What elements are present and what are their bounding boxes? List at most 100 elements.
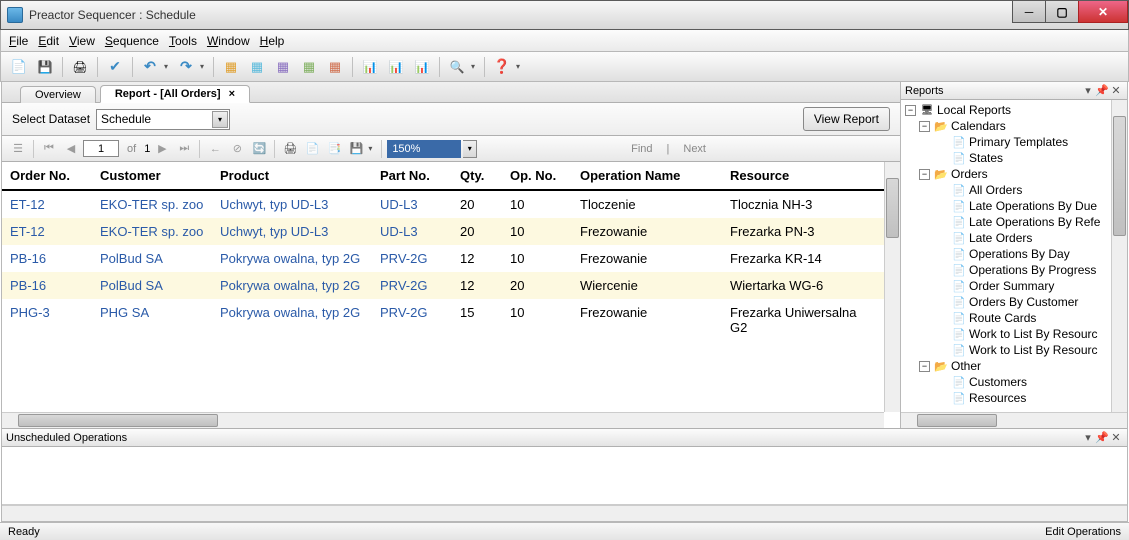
menu-view[interactable]: View (69, 34, 95, 48)
chart1-icon[interactable] (358, 55, 382, 79)
view-grid3-icon[interactable] (271, 55, 295, 79)
menu-file[interactable]: File (9, 34, 28, 48)
page-setup-icon[interactable]: 📑 (324, 139, 344, 159)
chart2-icon[interactable] (384, 55, 408, 79)
tree-item[interactable]: Primary Templates (969, 135, 1068, 149)
order-link[interactable]: PB-16 (10, 251, 46, 266)
tab-close-icon[interactable]: × (229, 88, 235, 100)
print-icon[interactable] (68, 55, 92, 79)
tree-item[interactable]: States (969, 151, 1003, 165)
zoom-input[interactable] (387, 140, 461, 158)
print-report-icon[interactable]: 🖨 (280, 139, 300, 159)
unscheduled-hscroll[interactable] (2, 505, 1127, 521)
expander-icon[interactable]: − (919, 169, 930, 180)
panel-close-icon[interactable]: ✕ (1109, 431, 1123, 444)
tree-item[interactable]: Order Summary (969, 279, 1054, 293)
help-dropdown[interactable]: ▾ (516, 62, 524, 71)
export-icon[interactable]: 💾 (346, 139, 366, 159)
report-vscroll[interactable] (884, 162, 900, 412)
undo-icon[interactable] (138, 55, 162, 79)
undo-dropdown[interactable]: ▾ (164, 62, 172, 71)
tree-item[interactable]: Work to List By Resourc (969, 343, 1097, 357)
table-row[interactable]: ET-12EKO-TER sp. zooUchwyt, typ UD-L3UD-… (2, 218, 884, 245)
expander-icon[interactable]: − (905, 105, 916, 116)
first-page-icon[interactable]: ⏮ (39, 139, 59, 159)
export-dropdown[interactable]: ▾ (368, 144, 376, 153)
part-link[interactable]: PRV-2G (380, 278, 427, 293)
product-link[interactable]: Pokrywa owalna, typ 2G (220, 305, 360, 320)
redo-dropdown[interactable]: ▾ (200, 62, 208, 71)
product-link[interactable]: Pokrywa owalna, typ 2G (220, 251, 360, 266)
tree-item[interactable]: All Orders (969, 183, 1022, 197)
view-report-button[interactable]: View Report (803, 107, 890, 131)
customer-link[interactable]: PolBud SA (100, 278, 163, 293)
refresh-icon[interactable]: 🔄 (249, 139, 269, 159)
find-dropdown[interactable]: ▾ (471, 62, 479, 71)
layout-icon[interactable]: 📄 (302, 139, 322, 159)
tree-calendars[interactable]: Calendars (951, 119, 1006, 133)
tree-other[interactable]: Other (951, 359, 981, 373)
tree-item[interactable]: Route Cards (969, 311, 1036, 325)
page-input[interactable] (83, 140, 119, 157)
customer-link[interactable]: EKO-TER sp. zoo (100, 197, 203, 212)
menu-window[interactable]: Window (207, 34, 250, 48)
dataset-combo[interactable]: Schedule ▾ (96, 109, 230, 130)
product-link[interactable]: Uchwyt, typ UD-L3 (220, 224, 328, 239)
tree-item[interactable]: Customers (969, 375, 1027, 389)
menu-edit[interactable]: Edit (38, 34, 59, 48)
table-row[interactable]: PB-16 PolBud SA Pokrywa owalna, typ 2G PRV-… (2, 245, 884, 272)
customer-link[interactable]: PolBud SA (100, 251, 163, 266)
table-row[interactable]: PB-16 PolBud SA Pokrywa owalna, typ 2G PRV-… (2, 272, 884, 299)
menu-tools[interactable]: Tools (169, 34, 197, 48)
menu-sequence[interactable]: Sequence (105, 34, 159, 48)
tree-item[interactable]: Late Operations By Due (969, 199, 1097, 213)
new-icon[interactable] (7, 55, 31, 79)
stop-icon[interactable]: ⊘ (227, 139, 247, 159)
next-label[interactable]: Next (683, 143, 706, 155)
product-link[interactable]: Pokrywa owalna, typ 2G (220, 278, 360, 293)
tab-report[interactable]: Report - [All Orders]× (100, 85, 250, 103)
back-icon[interactable]: ← (205, 139, 225, 159)
tree-item[interactable]: Work to List By Resourc (969, 327, 1097, 341)
part-link[interactable]: PRV-2G (380, 305, 427, 320)
table-row[interactable]: ET-12EKO-TER sp. zooUchwyt, typ UD-L3UD-… (2, 190, 884, 218)
expander-icon[interactable]: − (919, 361, 930, 372)
order-link[interactable]: PB-16 (10, 278, 46, 293)
prev-page-icon[interactable]: ◀ (61, 139, 81, 159)
view-grid1-icon[interactable] (219, 55, 243, 79)
tree-root[interactable]: Local Reports (937, 103, 1011, 117)
tree-hscroll[interactable] (901, 412, 1127, 428)
order-link[interactable]: ET-12 (10, 224, 45, 239)
tree-item[interactable]: Resources (969, 391, 1026, 405)
tree-item[interactable]: Orders By Customer (969, 295, 1078, 309)
chevron-down-icon[interactable]: ▾ (212, 111, 228, 128)
redo-icon[interactable] (174, 55, 198, 79)
tree-toggle-icon[interactable]: ☰ (8, 139, 28, 159)
view-grid5-icon[interactable] (323, 55, 347, 79)
chart3-icon[interactable] (410, 55, 434, 79)
panel-pin-icon[interactable]: 📌 (1095, 84, 1109, 97)
panel-dropdown-icon[interactable]: ▾ (1081, 431, 1095, 444)
tree-orders[interactable]: Orders (951, 167, 988, 181)
part-link[interactable]: UD-L3 (380, 197, 418, 212)
check-icon[interactable] (103, 55, 127, 79)
next-page-icon[interactable]: ▶ (152, 139, 172, 159)
panel-pin-icon[interactable]: 📌 (1095, 431, 1109, 444)
close-button[interactable]: ✕ (1078, 1, 1128, 23)
tree-item[interactable]: Late Orders (969, 231, 1032, 245)
help-icon[interactable] (490, 55, 514, 79)
view-grid2-icon[interactable] (245, 55, 269, 79)
tree-item[interactable]: Operations By Progress (969, 263, 1096, 277)
part-link[interactable]: PRV-2G (380, 251, 427, 266)
customer-link[interactable]: PHG SA (100, 305, 149, 320)
save-icon[interactable] (33, 55, 57, 79)
find-label[interactable]: Find (631, 143, 652, 155)
menu-help[interactable]: Help (260, 34, 285, 48)
panel-dropdown-icon[interactable]: ▾ (1081, 84, 1095, 97)
tree-item[interactable]: Operations By Day (969, 247, 1070, 261)
customer-link[interactable]: EKO-TER sp. zoo (100, 224, 203, 239)
find-icon[interactable] (445, 55, 469, 79)
order-link[interactable]: ET-12 (10, 197, 45, 212)
last-page-icon[interactable]: ⏭ (174, 139, 194, 159)
tab-overview[interactable]: Overview (20, 86, 96, 103)
